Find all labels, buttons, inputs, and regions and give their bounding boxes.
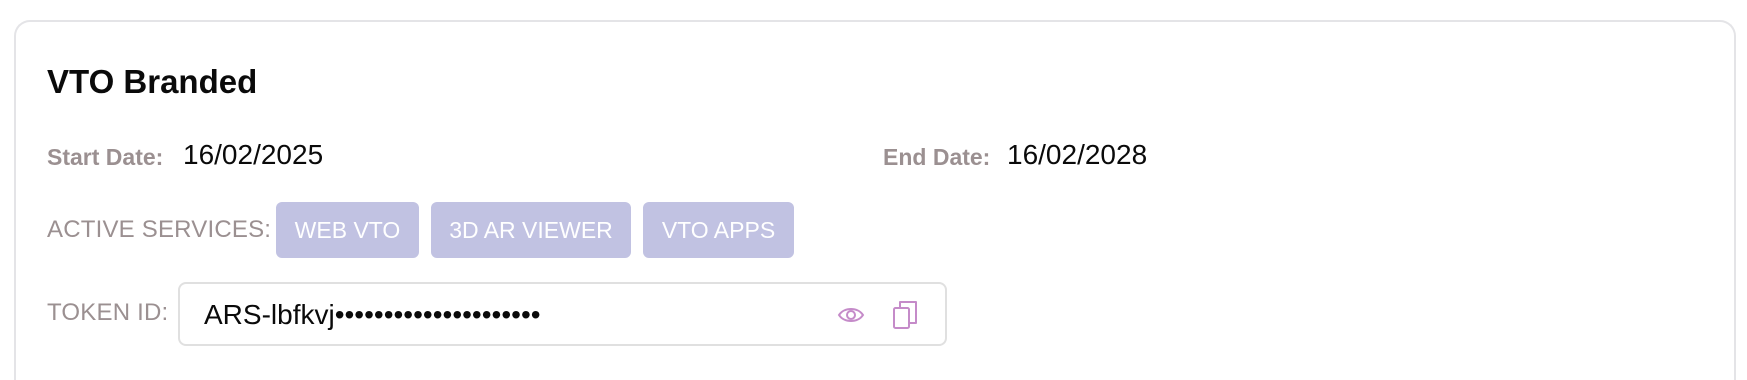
- token-id-value: ARS-lbfkvj•••••••••••••••••••••: [204, 299, 541, 330]
- service-chip-3d-ar-viewer: 3D AR VIEWER: [431, 202, 631, 258]
- eye-icon[interactable]: [834, 298, 868, 332]
- start-date-value: 16/02/2025: [183, 139, 324, 170]
- card-title: VTO Branded: [47, 63, 258, 100]
- end-date-label: End Date:: [883, 144, 991, 170]
- token-id-field[interactable]: ARS-lbfkvj•••••••••••••••••••••: [178, 282, 947, 346]
- start-date-label: Start Date:: [47, 144, 164, 170]
- token-id-label: TOKEN ID:: [47, 299, 169, 326]
- active-services-label: ACTIVE SERVICES:: [47, 216, 272, 243]
- copy-icon[interactable]: [888, 298, 922, 332]
- end-date-value: 16/02/2028: [1007, 139, 1148, 170]
- service-chip-vto-apps: VTO APPS: [643, 202, 794, 258]
- service-chip-web-vto: WEB VTO: [276, 202, 419, 258]
